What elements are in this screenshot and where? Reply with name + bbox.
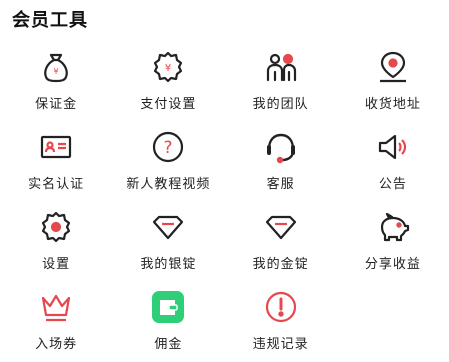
warning-icon [264, 290, 298, 324]
payment-settings-icon: ¥ [151, 50, 185, 84]
tool-announcement-label: 公告 [378, 177, 407, 192]
svg-text:¥: ¥ [165, 63, 171, 74]
tool-announcement[interactable]: 公告 [337, 120, 449, 200]
tool-customer-service-label: 客服 [266, 177, 295, 192]
wallet-icon [151, 290, 185, 324]
tool-commission[interactable]: 佣金 [112, 280, 224, 360]
tool-my-silver-ingot-label: 我的银锭 [140, 257, 197, 272]
tool-newbie-tutorial[interactable]: ? 新人教程视频 [112, 120, 224, 200]
tool-real-name-verification-label: 实名认证 [28, 177, 85, 192]
location-pin-icon [376, 50, 410, 84]
question-icon: ? [151, 130, 185, 164]
gear-icon [39, 210, 73, 244]
money-bag-icon: ¥ [39, 50, 73, 84]
tool-shipping-address-label: 收货地址 [364, 97, 421, 112]
tool-share-earnings-label: 分享收益 [364, 257, 421, 272]
crown-icon [39, 290, 73, 324]
megaphone-icon [376, 130, 410, 164]
headset-icon [264, 130, 298, 164]
tool-deposit-label: 保证金 [35, 97, 78, 112]
tool-deposit[interactable]: ¥ 保证金 [0, 40, 112, 120]
member-tools-grid: ¥ 保证金 ¥ 支付设置 我的团队 收货地址 实名认证 ? 新人教程视频 客服 … [0, 40, 449, 360]
tool-newbie-tutorial-label: 新人教程视频 [126, 177, 211, 192]
tool-payment-settings[interactable]: ¥ 支付设置 [112, 40, 224, 120]
tool-shipping-address[interactable]: 收货地址 [337, 40, 449, 120]
tool-violation-records-label: 违规记录 [252, 337, 309, 352]
tool-admission-ticket[interactable]: 入场券 [0, 280, 112, 360]
tool-commission-label: 佣金 [154, 337, 183, 352]
tool-my-team-label: 我的团队 [252, 97, 309, 112]
svg-text:?: ? [164, 138, 173, 158]
id-card-icon [39, 130, 73, 164]
tool-violation-records[interactable]: 违规记录 [225, 280, 337, 360]
tool-real-name-verification[interactable]: 实名认证 [0, 120, 112, 200]
tool-my-gold-ingot-label: 我的金锭 [252, 257, 309, 272]
section-title: 会员工具 [12, 10, 88, 31]
tool-customer-service[interactable]: 客服 [225, 120, 337, 200]
tool-settings[interactable]: 设置 [0, 200, 112, 280]
tool-my-gold-ingot[interactable]: 我的金锭 [225, 200, 337, 280]
team-icon [264, 50, 298, 84]
tool-settings-label: 设置 [42, 257, 71, 272]
tool-my-team[interactable]: 我的团队 [225, 40, 337, 120]
tool-my-silver-ingot[interactable]: 我的银锭 [112, 200, 224, 280]
tool-share-earnings[interactable]: 分享收益 [337, 200, 449, 280]
silver-ingot-icon [151, 210, 185, 244]
gold-ingot-icon [264, 210, 298, 244]
piggy-bank-icon [376, 210, 410, 244]
tool-payment-settings-label: 支付设置 [140, 97, 197, 112]
svg-text:¥: ¥ [54, 67, 59, 76]
tool-admission-ticket-label: 入场券 [35, 337, 78, 352]
